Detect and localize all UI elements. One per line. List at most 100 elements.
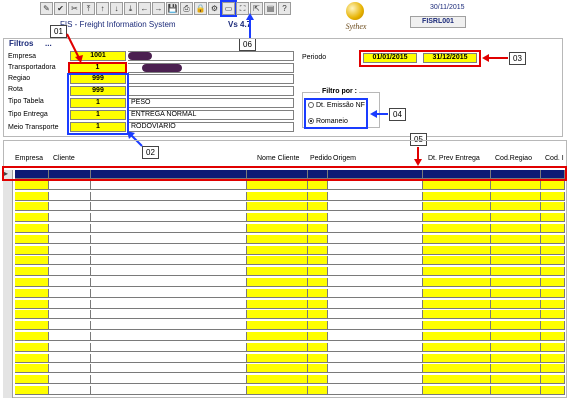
grid-cell[interactable]: [423, 332, 491, 341]
grid-cell[interactable]: [308, 299, 328, 309]
grid-cell[interactable]: [328, 202, 423, 212]
cut-icon[interactable]: ✂: [68, 2, 81, 15]
column-header[interactable]: Cod.Regiao: [495, 155, 532, 162]
option-emissao[interactable]: Dt. Emissão NF: [308, 102, 365, 109]
grid-cell[interactable]: [91, 213, 247, 223]
grid-cell[interactable]: [91, 256, 247, 266]
grid-cell[interactable]: [49, 342, 91, 352]
grid-cell[interactable]: [491, 321, 541, 331]
right-icon[interactable]: →: [152, 2, 165, 15]
grid-cell[interactable]: [328, 267, 423, 277]
grid-cell[interactable]: [49, 245, 91, 255]
print-icon[interactable]: ⎙: [180, 2, 193, 15]
grid-cell[interactable]: [328, 213, 423, 223]
grid-cell[interactable]: [91, 202, 247, 212]
grid-cell[interactable]: [15, 288, 49, 298]
grid-cell[interactable]: [247, 202, 308, 212]
up-icon[interactable]: ↑: [96, 2, 109, 15]
grid-cell[interactable]: [91, 375, 247, 385]
grid-cell[interactable]: [308, 180, 328, 190]
grid-cell[interactable]: [308, 256, 328, 266]
grid-cell[interactable]: [49, 321, 91, 331]
grid-cell[interactable]: [247, 332, 308, 341]
grid-cell[interactable]: [541, 299, 565, 309]
grid-cell[interactable]: [328, 256, 423, 266]
grid-cell[interactable]: [308, 288, 328, 298]
grid-cell[interactable]: [91, 191, 247, 201]
grid-cell[interactable]: [91, 245, 247, 255]
window-icon[interactable]: ▭: [220, 0, 237, 17]
lock-icon[interactable]: 🔒: [194, 2, 207, 15]
grid-cell[interactable]: [541, 245, 565, 255]
grid-cell[interactable]: [15, 202, 49, 212]
grid-cell[interactable]: [91, 342, 247, 352]
grid-cell[interactable]: [247, 191, 308, 201]
grid-cell[interactable]: [91, 224, 247, 233]
grid-cell[interactable]: [423, 288, 491, 298]
grid-cell[interactable]: [49, 288, 91, 298]
grid-cell[interactable]: [49, 234, 91, 244]
grid-cell[interactable]: [247, 245, 308, 255]
grid-cell[interactable]: [49, 256, 91, 266]
pencil-icon[interactable]: ✎: [40, 2, 53, 15]
grid-cell[interactable]: [423, 321, 491, 331]
grid-cell[interactable]: [423, 375, 491, 385]
grid-cell[interactable]: [541, 213, 565, 223]
grid-cell[interactable]: [308, 213, 328, 223]
grid-cell[interactable]: [328, 180, 423, 190]
grid-cell[interactable]: [328, 245, 423, 255]
grid-cell[interactable]: [91, 332, 247, 341]
column-header[interactable]: Origem: [333, 155, 356, 162]
grid-cell[interactable]: [491, 256, 541, 266]
grid-cell[interactable]: [423, 299, 491, 309]
grid-cell[interactable]: [423, 386, 491, 395]
grid-cell[interactable]: [247, 224, 308, 233]
grid-cell[interactable]: [328, 375, 423, 385]
grid-cell[interactable]: [491, 224, 541, 233]
grid-cell[interactable]: [49, 386, 91, 395]
grid-cell[interactable]: [328, 224, 423, 233]
grid-cell[interactable]: [15, 245, 49, 255]
grid-cell[interactable]: [541, 342, 565, 352]
grid-cell[interactable]: [91, 299, 247, 309]
grid-cell[interactable]: [247, 375, 308, 385]
grid-cell[interactable]: [49, 353, 91, 363]
grid-cell[interactable]: [328, 234, 423, 244]
grid-cell[interactable]: [328, 278, 423, 287]
grid-cell[interactable]: [247, 299, 308, 309]
grid-cell[interactable]: [247, 310, 308, 320]
grid-cell[interactable]: [308, 202, 328, 212]
grid-cell[interactable]: [49, 202, 91, 212]
grid-cell[interactable]: [308, 278, 328, 287]
grid-cell[interactable]: [49, 299, 91, 309]
grid-cell[interactable]: [491, 310, 541, 320]
grid-cell[interactable]: [328, 353, 423, 363]
grid-cell[interactable]: [91, 267, 247, 277]
grid-cell[interactable]: [328, 342, 423, 352]
grid-cell[interactable]: [15, 267, 49, 277]
grid-cell[interactable]: [15, 364, 49, 374]
grid-cell[interactable]: [541, 386, 565, 395]
down-icon[interactable]: ↓: [110, 2, 123, 15]
grid-cell[interactable]: [308, 234, 328, 244]
grid-cell[interactable]: [541, 180, 565, 190]
grid-cell[interactable]: [247, 213, 308, 223]
grid-cell[interactable]: [308, 245, 328, 255]
grid-cell[interactable]: [15, 234, 49, 244]
grid-cell[interactable]: [49, 267, 91, 277]
grid-cell[interactable]: [91, 234, 247, 244]
grid-cell[interactable]: [541, 191, 565, 201]
grid-cell[interactable]: [49, 364, 91, 374]
grid-cell[interactable]: [15, 299, 49, 309]
grid-cell[interactable]: [247, 288, 308, 298]
grid-cell[interactable]: [247, 267, 308, 277]
grid-cell[interactable]: [49, 191, 91, 201]
grid-cell[interactable]: [541, 267, 565, 277]
grid-cell[interactable]: [541, 234, 565, 244]
grid-cell[interactable]: [15, 256, 49, 266]
option-romaneio[interactable]: Romaneio: [308, 118, 348, 125]
grid-cell[interactable]: [328, 288, 423, 298]
left-icon[interactable]: ←: [138, 2, 151, 15]
grid-cell[interactable]: [308, 224, 328, 233]
grid-cell[interactable]: [15, 213, 49, 223]
